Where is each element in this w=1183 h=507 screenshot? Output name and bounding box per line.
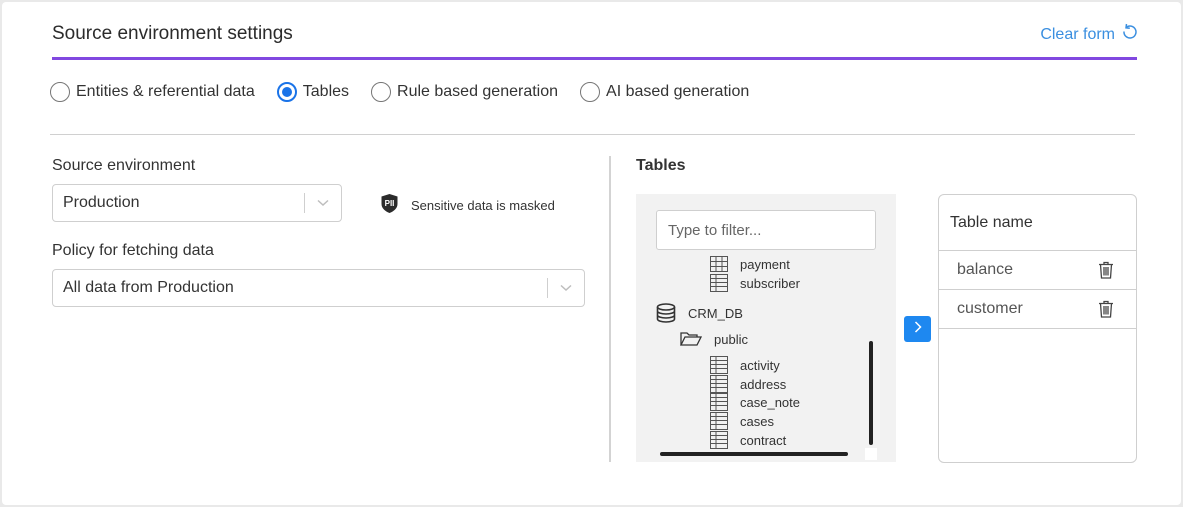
tree-item-label: address	[740, 376, 787, 392]
clear-form-button[interactable]: Clear form	[1040, 23, 1137, 46]
radio-button[interactable]	[580, 82, 601, 102]
source-environment-label: Source environment	[52, 157, 196, 174]
tables-title: Tables	[636, 157, 686, 174]
radio-button[interactable]	[371, 82, 392, 102]
policy-label: Policy for fetching data	[52, 242, 214, 259]
radio-ai-based-generation[interactable]: AI based generation	[580, 82, 749, 102]
selected-tables-header: Table name	[939, 195, 1136, 251]
tree-item-table[interactable]: address	[710, 375, 786, 393]
tree-item-label: public	[714, 331, 748, 347]
chevron-down-icon[interactable]	[305, 199, 341, 207]
tree-item-table[interactable]: contract	[710, 431, 786, 449]
trash-icon[interactable]	[1098, 261, 1114, 279]
scrollbar-corner	[865, 448, 877, 460]
table-icon	[710, 256, 728, 272]
table-icon	[710, 393, 728, 411]
chevron-down-icon[interactable]	[548, 284, 584, 292]
tree-item-label: payment	[740, 256, 790, 272]
tree-item-label: CRM_DB	[688, 305, 743, 321]
tree-item-label: case_note	[740, 394, 800, 410]
tree-item-database[interactable]: CRM_DB	[656, 303, 743, 323]
tree-item-label: contract	[740, 432, 787, 448]
radio-tables[interactable]: Tables	[276, 82, 350, 102]
selected-table-row: customer	[939, 290, 1136, 329]
horizontal-scrollbar[interactable]	[660, 452, 848, 456]
tables-tree-panel: payment subscriber CRM_DB public activit…	[636, 194, 896, 462]
radio-label: AI based generation	[606, 83, 750, 100]
undo-icon	[1121, 23, 1137, 46]
selected-table-name: customer	[957, 300, 1023, 317]
divider	[50, 134, 1135, 135]
vertical-scrollbar[interactable]	[869, 341, 873, 445]
tree-item-table[interactable]: subscriber	[710, 274, 800, 292]
move-to-selected-button[interactable]	[904, 316, 931, 342]
radio-label: Entities & referential data	[76, 83, 255, 100]
chevron-right-icon	[914, 320, 922, 338]
tree-item-table[interactable]: payment	[710, 256, 790, 272]
folder-open-icon	[680, 331, 702, 347]
tree-item-label: cases	[740, 413, 774, 429]
policy-select[interactable]: All data from Production	[52, 269, 585, 307]
table-icon	[710, 431, 728, 449]
radio-rule-based-generation[interactable]: Rule based generation	[371, 82, 558, 102]
clear-form-label: Clear form	[1040, 25, 1115, 43]
radio-entities-referential-data[interactable]: Entities & referential data	[50, 82, 255, 102]
selected-tables-list: Table name balance customer	[938, 194, 1137, 463]
table-icon	[710, 375, 728, 393]
source-environment-value: Production	[63, 194, 140, 211]
radio-label: Rule based generation	[397, 83, 559, 100]
pii-shield-icon: PII	[380, 193, 399, 217]
generation-mode-radio-group: Entities & referential data Tables Rule …	[50, 82, 771, 102]
section-header: Source environment settings Clear form	[52, 2, 1137, 60]
pii-note: Sensitive data is masked	[411, 197, 555, 213]
tree-item-label: activity	[740, 357, 780, 373]
database-icon	[656, 303, 676, 323]
radio-button-checked[interactable]	[276, 82, 297, 102]
svg-text:PII: PII	[385, 199, 395, 208]
table-icon	[710, 356, 728, 374]
tree-item-label: subscriber	[740, 275, 800, 291]
vertical-divider	[609, 156, 611, 462]
source-environment-select[interactable]: Production	[52, 184, 342, 222]
tree-item-table[interactable]: cases	[710, 412, 774, 430]
policy-value: All data from Production	[63, 279, 234, 296]
table-filter-input[interactable]	[656, 210, 876, 250]
page-title: Source environment settings	[52, 23, 293, 44]
tree-item-table[interactable]: case_note	[710, 393, 800, 411]
radio-button[interactable]	[50, 82, 70, 102]
table-icon	[710, 274, 728, 292]
tree-item-table[interactable]: activity	[710, 356, 780, 374]
table-icon	[710, 412, 728, 430]
radio-label: Tables	[302, 83, 350, 100]
tree-item-schema[interactable]: public	[680, 331, 748, 347]
selected-table-name: balance	[957, 261, 1014, 278]
selected-table-row: balance	[939, 251, 1136, 290]
trash-icon[interactable]	[1098, 300, 1114, 318]
pii-masked-indicator: PII Sensitive data is masked	[380, 193, 555, 217]
